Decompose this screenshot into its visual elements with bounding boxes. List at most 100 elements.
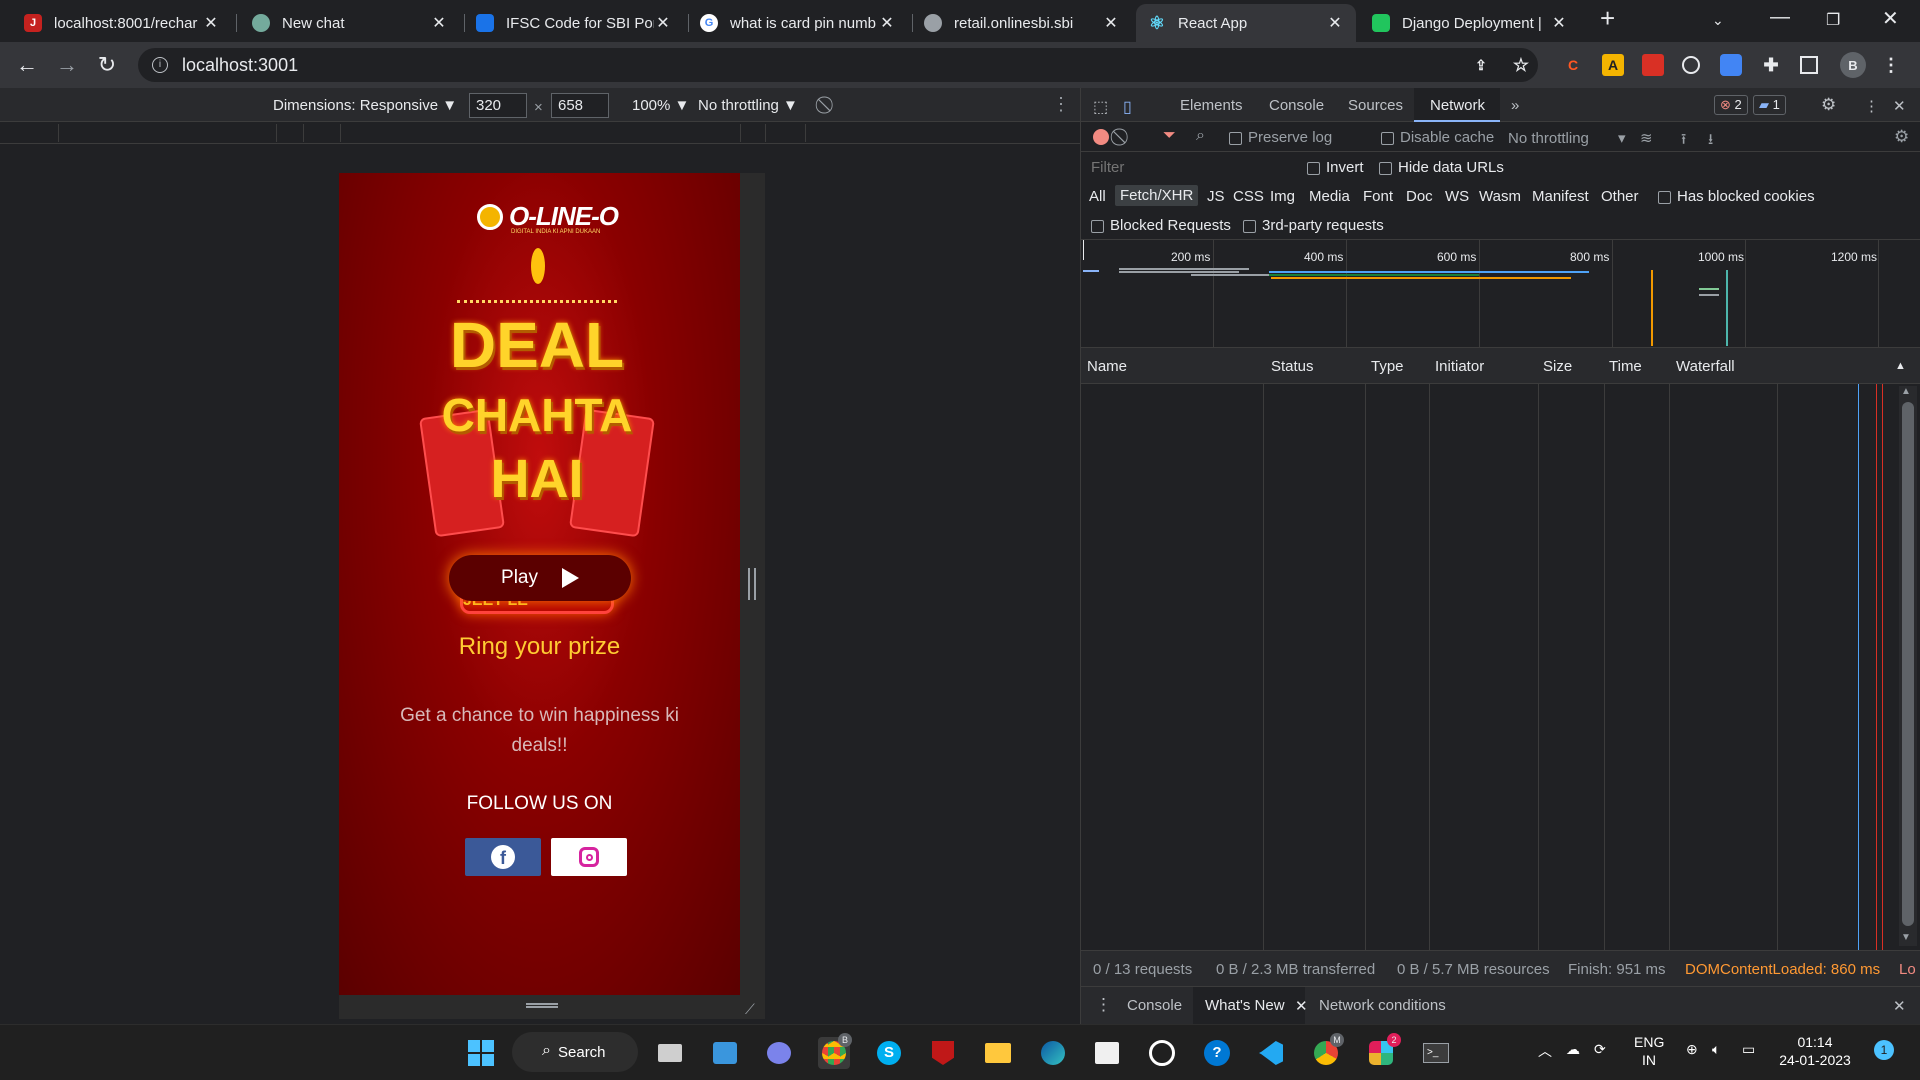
record-icon[interactable] xyxy=(1093,129,1109,145)
filter-all[interactable]: All xyxy=(1089,188,1106,205)
search-icon[interactable]: ⌕ xyxy=(1196,127,1205,145)
close-icon[interactable]: ✕ xyxy=(430,13,448,33)
resize-handle-bottom[interactable]: ⟋ xyxy=(339,995,765,1019)
tray-chevron-icon[interactable]: ︿ xyxy=(1538,1041,1552,1061)
errors-badge[interactable]: ⊗ 2 xyxy=(1714,95,1748,115)
scroll-up-icon[interactable]: ▲ xyxy=(1901,386,1911,397)
extension-circle-icon[interactable] xyxy=(1682,56,1700,74)
has-blocked-cookies-checkbox[interactable]: Has blocked cookies xyxy=(1658,188,1815,205)
bookmark-star-icon[interactable]: ☆ xyxy=(1510,54,1532,76)
inspect-element-icon[interactable]: ⬚ xyxy=(1093,97,1108,117)
import-har-icon[interactable]: ⭱ xyxy=(1681,129,1686,154)
tab-google-search[interactable]: G what is card pin numb ✕ xyxy=(688,4,908,42)
scrollbar-thumb[interactable] xyxy=(1902,402,1914,926)
close-devtools-icon[interactable]: ✕ xyxy=(1893,97,1906,115)
widgets-icon[interactable] xyxy=(709,1037,741,1069)
terminal-icon[interactable]: >_ xyxy=(1420,1037,1452,1069)
help-icon[interactable]: ? xyxy=(1201,1037,1233,1069)
extension-red-icon[interactable] xyxy=(1642,54,1664,76)
devtools-menu-icon[interactable]: ⋮ xyxy=(1864,97,1879,115)
language-indicator[interactable]: ENG IN xyxy=(1634,1033,1664,1069)
chrome-profile-m-icon[interactable]: M xyxy=(1310,1033,1344,1069)
filter-manifest[interactable]: Manifest xyxy=(1532,188,1589,205)
tab-ifsc[interactable]: IFSC Code for SBI Por ✕ xyxy=(464,4,684,42)
taskbar-search[interactable]: ⌕ Search xyxy=(512,1032,638,1072)
tab-console[interactable]: Console xyxy=(1269,97,1324,114)
filter-img[interactable]: Img xyxy=(1270,188,1295,205)
forward-button[interactable]: → xyxy=(52,50,82,80)
filter-fetch-xhr[interactable]: Fetch/XHR xyxy=(1115,185,1199,206)
restore-button[interactable]: ❐ xyxy=(1826,10,1840,30)
chrome-taskbar-icon[interactable]: B xyxy=(818,1033,852,1069)
oline-logo[interactable]: O-LINE-O DIGITAL INDIA KI APNI DUKAAN xyxy=(477,201,619,235)
notification-badge[interactable]: 1 xyxy=(1874,1040,1894,1060)
zoom-dropdown[interactable]: 100% ▼ xyxy=(632,97,689,114)
more-tabs-icon[interactable]: » xyxy=(1511,97,1519,114)
network-settings-icon[interactable]: ⚙ xyxy=(1894,127,1909,147)
share-icon[interactable]: ⇪ xyxy=(1470,54,1492,76)
column-initiator[interactable]: Initiator xyxy=(1435,358,1484,375)
close-window-button[interactable]: ✕ xyxy=(1882,6,1899,31)
scroll-down-icon[interactable]: ▼ xyxy=(1901,932,1911,943)
task-view-icon[interactable] xyxy=(654,1037,686,1069)
volume-icon[interactable]: 🔈︎ xyxy=(1712,1041,1720,1058)
edge-icon[interactable] xyxy=(1037,1037,1069,1069)
column-name[interactable]: Name xyxy=(1087,358,1127,375)
column-waterfall[interactable]: Waterfall xyxy=(1676,358,1735,375)
microsoft-store-icon[interactable] xyxy=(1091,1037,1123,1069)
chrome-menu-icon[interactable]: ⋮ xyxy=(1880,54,1902,76)
tab-sources[interactable]: Sources xyxy=(1348,97,1403,114)
file-explorer-icon[interactable] xyxy=(982,1037,1014,1069)
onedrive-icon[interactable]: ☁ xyxy=(1566,1041,1580,1058)
close-drawer-icon[interactable]: ✕ xyxy=(1893,997,1906,1015)
network-globe-icon[interactable]: ⊕ xyxy=(1686,1041,1698,1058)
messages-badge[interactable]: ▰ 1 xyxy=(1753,95,1786,115)
extension-c-icon[interactable]: C xyxy=(1562,54,1584,76)
extensions-puzzle-icon[interactable]: ✚ xyxy=(1760,54,1782,76)
filter-doc[interactable]: Doc xyxy=(1406,188,1433,205)
clock[interactable]: 01:14 24-01-2023 xyxy=(1778,1033,1852,1069)
extension-screen-icon[interactable] xyxy=(1720,54,1742,76)
bottom-grip-icon[interactable] xyxy=(526,1003,558,1008)
drawer-tab-whats-new[interactable]: What's New xyxy=(1205,997,1285,1014)
tab-new-chat[interactable]: New chat ✕ xyxy=(240,4,460,42)
network-overview[interactable]: 200 ms 400 ms 600 ms 800 ms 1000 ms 1200… xyxy=(1081,240,1920,348)
disable-cache-checkbox[interactable]: Disable cache xyxy=(1381,129,1494,146)
sync-icon[interactable]: ⟳ xyxy=(1594,1041,1606,1058)
battery-icon[interactable]: ▭ xyxy=(1742,1041,1755,1058)
invert-checkbox[interactable]: Invert xyxy=(1307,159,1364,176)
new-tab-button[interactable]: + xyxy=(1600,3,1615,34)
hide-data-urls-checkbox[interactable]: Hide data URLs xyxy=(1379,159,1504,176)
export-har-icon[interactable]: ⭳ xyxy=(1708,129,1713,154)
address-bar[interactable]: i localhost:3001 xyxy=(138,48,1538,82)
filter-wasm[interactable]: Wasm xyxy=(1479,188,1521,205)
filter-font[interactable]: Font xyxy=(1363,188,1393,205)
vscode-icon[interactable] xyxy=(1255,1037,1287,1069)
table-scrollbar[interactable]: ▲ ▼ xyxy=(1899,386,1917,946)
close-icon[interactable]: ✕ xyxy=(654,13,672,33)
slack-icon[interactable]: 2 xyxy=(1365,1033,1401,1069)
close-icon[interactable]: ✕ xyxy=(878,13,896,33)
tab-onlinesbi[interactable]: retail.onlinesbi.sbi ✕ xyxy=(912,4,1132,42)
reload-button[interactable]: ↻ xyxy=(92,50,122,80)
close-icon[interactable]: ✕ xyxy=(1550,13,1568,33)
drawer-tab-network-conditions[interactable]: Network conditions xyxy=(1319,997,1446,1014)
filter-ws[interactable]: WS xyxy=(1445,188,1469,205)
filter-css[interactable]: CSS xyxy=(1233,188,1264,205)
close-icon[interactable]: ✕ xyxy=(202,13,220,33)
column-time[interactable]: Time xyxy=(1609,358,1642,375)
close-icon[interactable]: ✕ xyxy=(1102,13,1120,33)
play-button[interactable]: Play xyxy=(449,555,631,601)
blocked-requests-checkbox[interactable]: Blocked Requests xyxy=(1091,217,1231,234)
filter-js[interactable]: JS xyxy=(1207,188,1225,205)
tab-elements[interactable]: Elements xyxy=(1180,97,1243,114)
side-panel-icon[interactable] xyxy=(1800,56,1818,74)
filter-other[interactable]: Other xyxy=(1601,188,1639,205)
back-button[interactable]: ← xyxy=(12,50,42,80)
media-query-bar[interactable] xyxy=(0,122,1080,144)
close-icon[interactable]: ✕ xyxy=(1326,13,1344,33)
drawer-tab-console[interactable]: Console xyxy=(1127,997,1182,1014)
dimensions-dropdown[interactable]: Dimensions: Responsive ▼ xyxy=(273,97,457,114)
filter-media[interactable]: Media xyxy=(1309,188,1350,205)
column-type[interactable]: Type xyxy=(1371,358,1404,375)
